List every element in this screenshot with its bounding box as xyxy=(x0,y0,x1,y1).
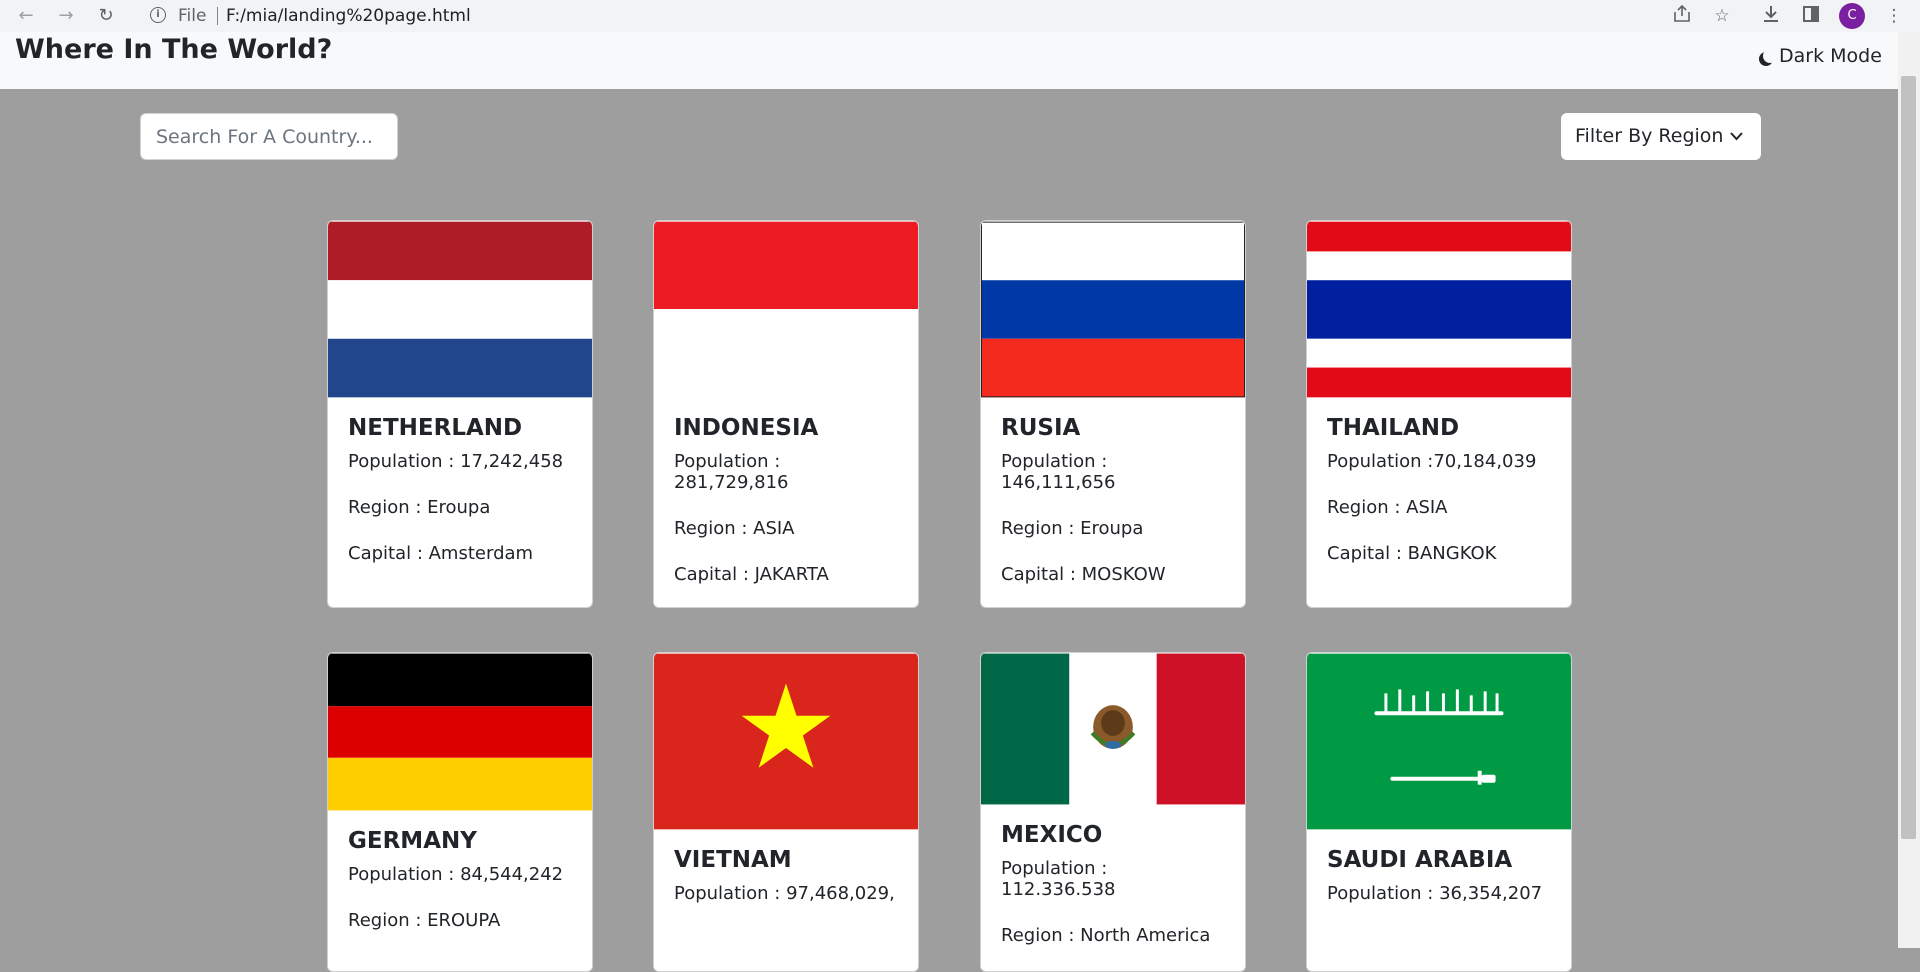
flag-germany xyxy=(328,653,592,811)
filter-region-dropdown[interactable]: Filter By Region xyxy=(1561,113,1761,160)
flag-rusia xyxy=(981,221,1245,398)
share-icon[interactable] xyxy=(1670,4,1694,28)
country-capital: Capital : BANGKOK xyxy=(1327,543,1497,564)
dark-mode-toggle[interactable]: Dark Mode xyxy=(1759,45,1882,67)
country-name: MEXICO xyxy=(1001,822,1103,848)
page-title: Where In The World? xyxy=(15,34,333,65)
country-population: Population : 84,544,242 xyxy=(348,864,564,885)
country-capital: Capital : MOSKOW xyxy=(1001,564,1166,585)
country-card-indonesia[interactable]: INDONESIA Population : 281,729,816 Regio… xyxy=(653,220,919,608)
info-icon[interactable]: i xyxy=(150,7,166,23)
country-card-thailand[interactable]: THAILAND Population :70,184,039 Region :… xyxy=(1306,220,1572,608)
country-name: NETHERLAND xyxy=(348,415,523,441)
browser-toolbar: ← → ↻ i File F:/mia/landing%20page.html … xyxy=(0,0,1920,33)
chevron-down-icon xyxy=(1730,132,1743,141)
reload-icon[interactable]: ↻ xyxy=(94,4,118,28)
country-region: Region : ASIA xyxy=(674,518,795,539)
country-region: Region : North America xyxy=(1001,925,1211,946)
flag-indonesia xyxy=(654,221,918,398)
country-card-vietnam[interactable]: VIETNAM Population : 97,468,029, xyxy=(653,652,919,972)
url-text[interactable]: F:/mia/landing%20page.html xyxy=(226,6,471,26)
dark-mode-label: Dark Mode xyxy=(1779,45,1882,67)
download-icon[interactable] xyxy=(1759,4,1783,28)
country-population: Population : 281,729,816 xyxy=(674,451,789,493)
country-region: Region : Eroupa xyxy=(1001,518,1144,539)
country-population: Population : 97,468,029, xyxy=(674,883,895,904)
scrollbar-thumb[interactable] xyxy=(1901,76,1916,839)
url-scheme: File xyxy=(178,6,207,26)
country-name: RUSIA xyxy=(1001,415,1081,441)
country-card-saudi-arabia[interactable]: SAUDI ARABIA Population : 36,354,207 xyxy=(1306,652,1572,972)
country-card-mexico[interactable]: MEXICO Population : 112.336.538 Region :… xyxy=(980,652,1246,972)
bookmark-star-icon[interactable]: ☆ xyxy=(1710,4,1734,28)
flag-mexico xyxy=(981,653,1245,805)
country-population: Population : 17,242,458 xyxy=(348,451,564,472)
country-card-netherland[interactable]: NETHERLAND Population : 17,242,458 Regio… xyxy=(327,220,593,608)
country-name: GERMANY xyxy=(348,828,477,854)
filter-label: Filter By Region xyxy=(1575,125,1724,147)
country-population: Population : 112.336.538 xyxy=(1001,858,1116,900)
country-name: VIETNAM xyxy=(674,847,792,873)
address-bar[interactable]: i File F:/mia/landing%20page.html xyxy=(138,2,1638,30)
country-card-germany[interactable]: GERMANY Population : 84,544,242 Region :… xyxy=(327,652,593,972)
url-divider xyxy=(217,7,218,25)
country-capital: Capital : JAKARTA xyxy=(674,564,829,585)
country-name: SAUDI ARABIA xyxy=(1327,847,1513,873)
country-region: Region : ASIA xyxy=(1327,497,1448,518)
search-input[interactable] xyxy=(140,113,398,160)
flag-saudi-arabia xyxy=(1307,653,1571,830)
country-population: Population : 36,354,207 xyxy=(1327,883,1543,904)
side-panel-icon[interactable] xyxy=(1799,4,1823,28)
country-region: Region : EROUPA xyxy=(348,910,501,931)
country-name: INDONESIA xyxy=(674,415,819,441)
country-card-rusia[interactable]: RUSIA Population : 146,111,656 Region : … xyxy=(980,220,1246,608)
country-population: Population : 146,111,656 xyxy=(1001,451,1116,493)
flag-netherland xyxy=(328,221,592,398)
moon-icon xyxy=(1763,49,1777,63)
back-arrow-icon[interactable]: ← xyxy=(14,4,38,28)
forward-arrow-icon[interactable]: → xyxy=(54,4,78,28)
country-population: Population :70,184,039 xyxy=(1327,451,1537,472)
country-capital: Capital : Amsterdam xyxy=(348,543,534,564)
profile-avatar[interactable]: C xyxy=(1839,3,1865,29)
more-menu-icon[interactable]: ⋮ xyxy=(1882,4,1906,28)
country-name: THAILAND xyxy=(1327,415,1460,441)
flag-thailand xyxy=(1307,221,1571,398)
country-region: Region : Eroupa xyxy=(348,497,491,518)
flag-vietnam xyxy=(654,653,918,830)
